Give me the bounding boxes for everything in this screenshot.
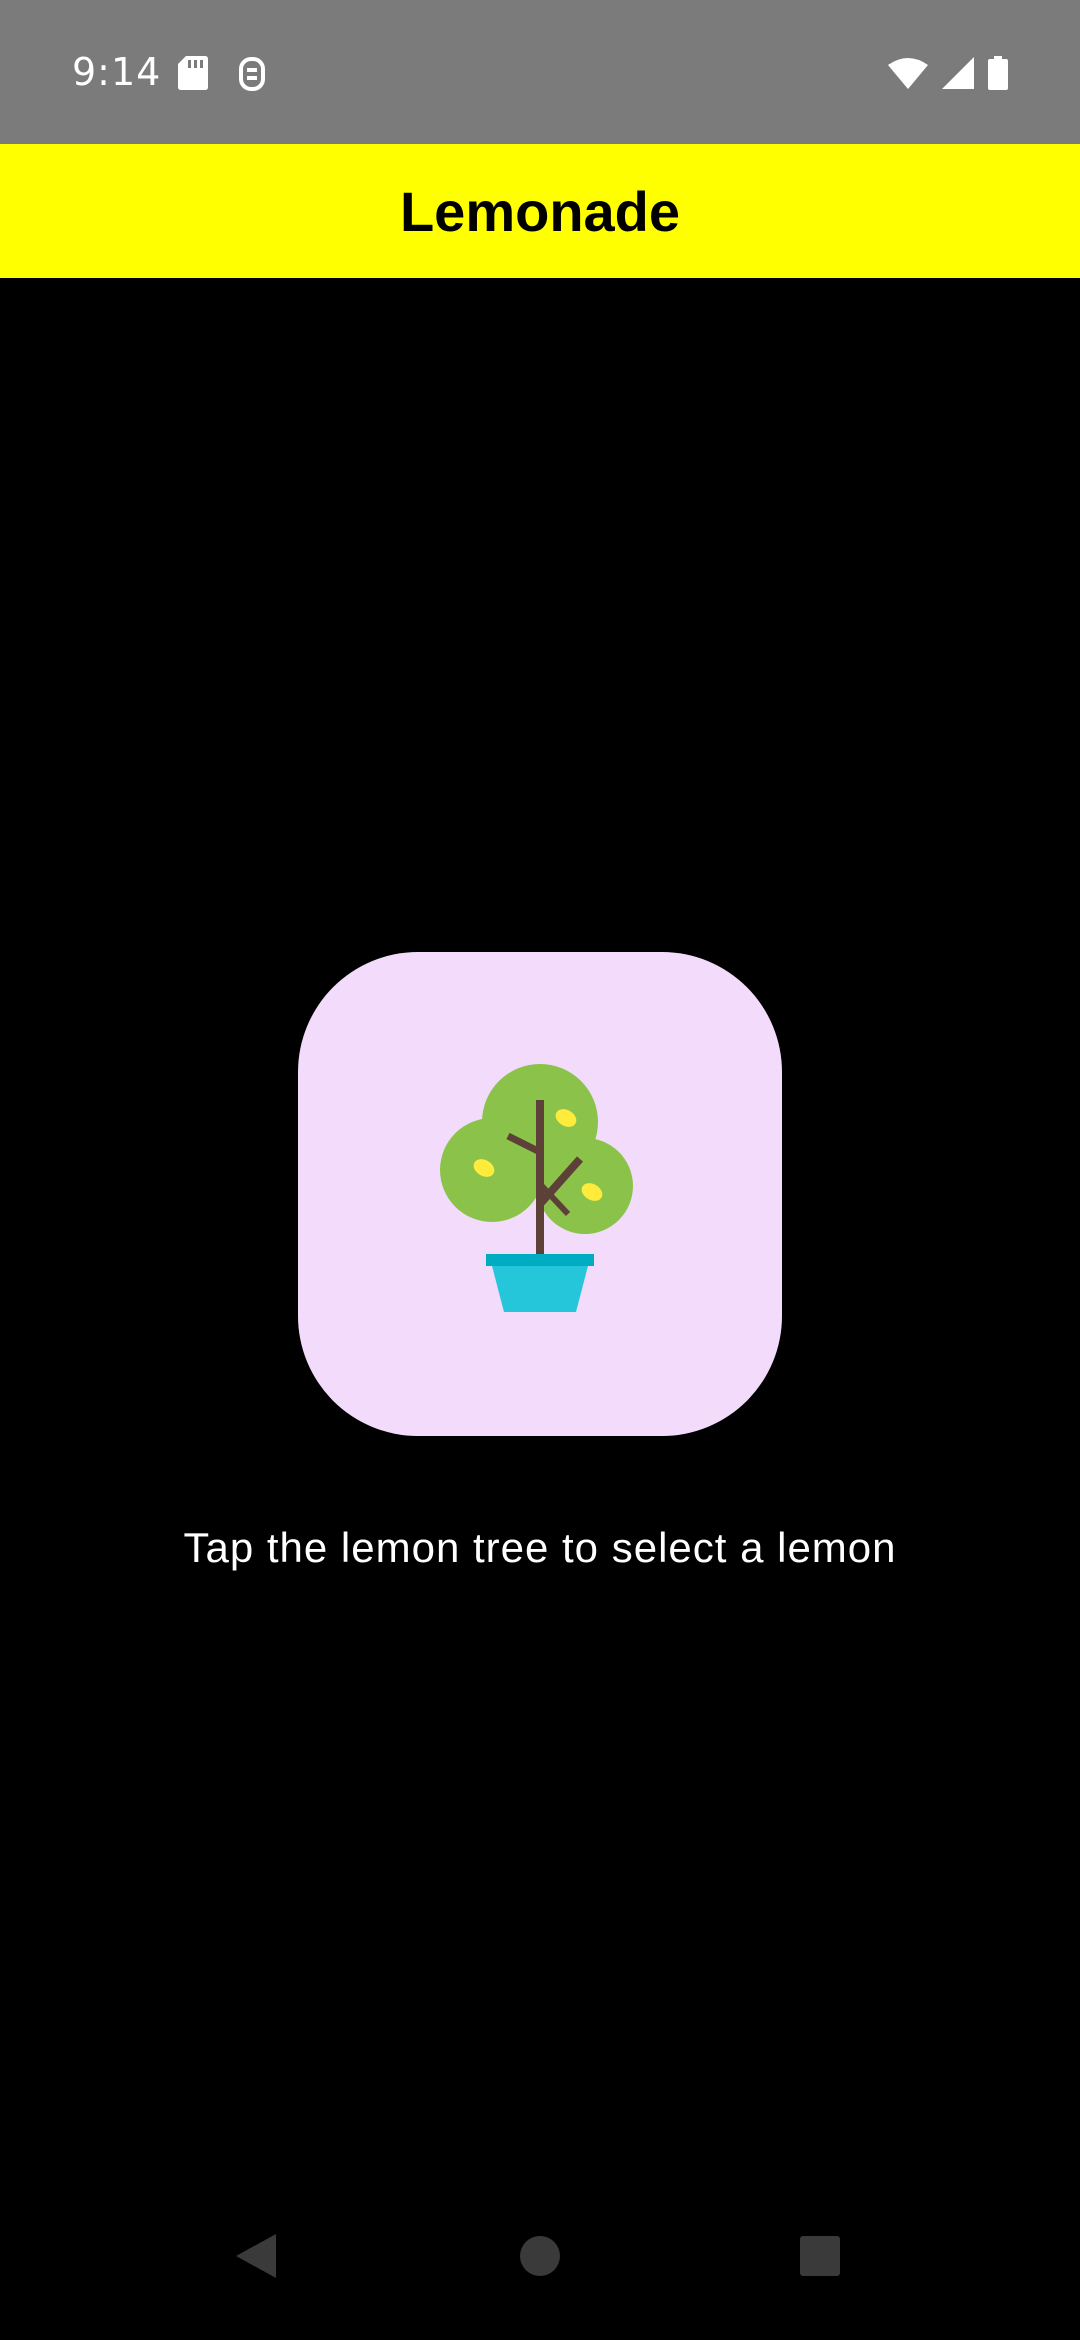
navigation-bar — [0, 2168, 1080, 2340]
app-title: Lemonade — [399, 179, 681, 243]
sd-card-icon — [178, 56, 208, 92]
recents-icon — [799, 2235, 841, 2277]
status-left-icons — [178, 56, 266, 92]
lemon-tree-icon — [440, 1064, 640, 1318]
cell-signal-icon — [942, 57, 974, 89]
recents-button[interactable] — [790, 2226, 850, 2286]
main-content: Tap the lemon tree to select a lemon — [0, 278, 1080, 2168]
battery-icon — [988, 56, 1008, 90]
debug-icon — [238, 56, 266, 92]
status-bar: 9:14 — [0, 0, 1080, 144]
status-time: 9:14 — [72, 50, 162, 94]
lemon-tree-button[interactable] — [298, 952, 782, 1436]
home-button[interactable] — [510, 2226, 570, 2286]
back-button[interactable] — [226, 2226, 286, 2286]
instruction-text: Tap the lemon tree to select a lemon — [183, 1524, 897, 1571]
app-bar: Lemonade — [0, 144, 1080, 278]
status-right-icons — [888, 56, 1008, 90]
home-icon — [519, 2235, 561, 2277]
wifi-icon — [888, 57, 928, 89]
back-icon — [236, 2234, 276, 2278]
